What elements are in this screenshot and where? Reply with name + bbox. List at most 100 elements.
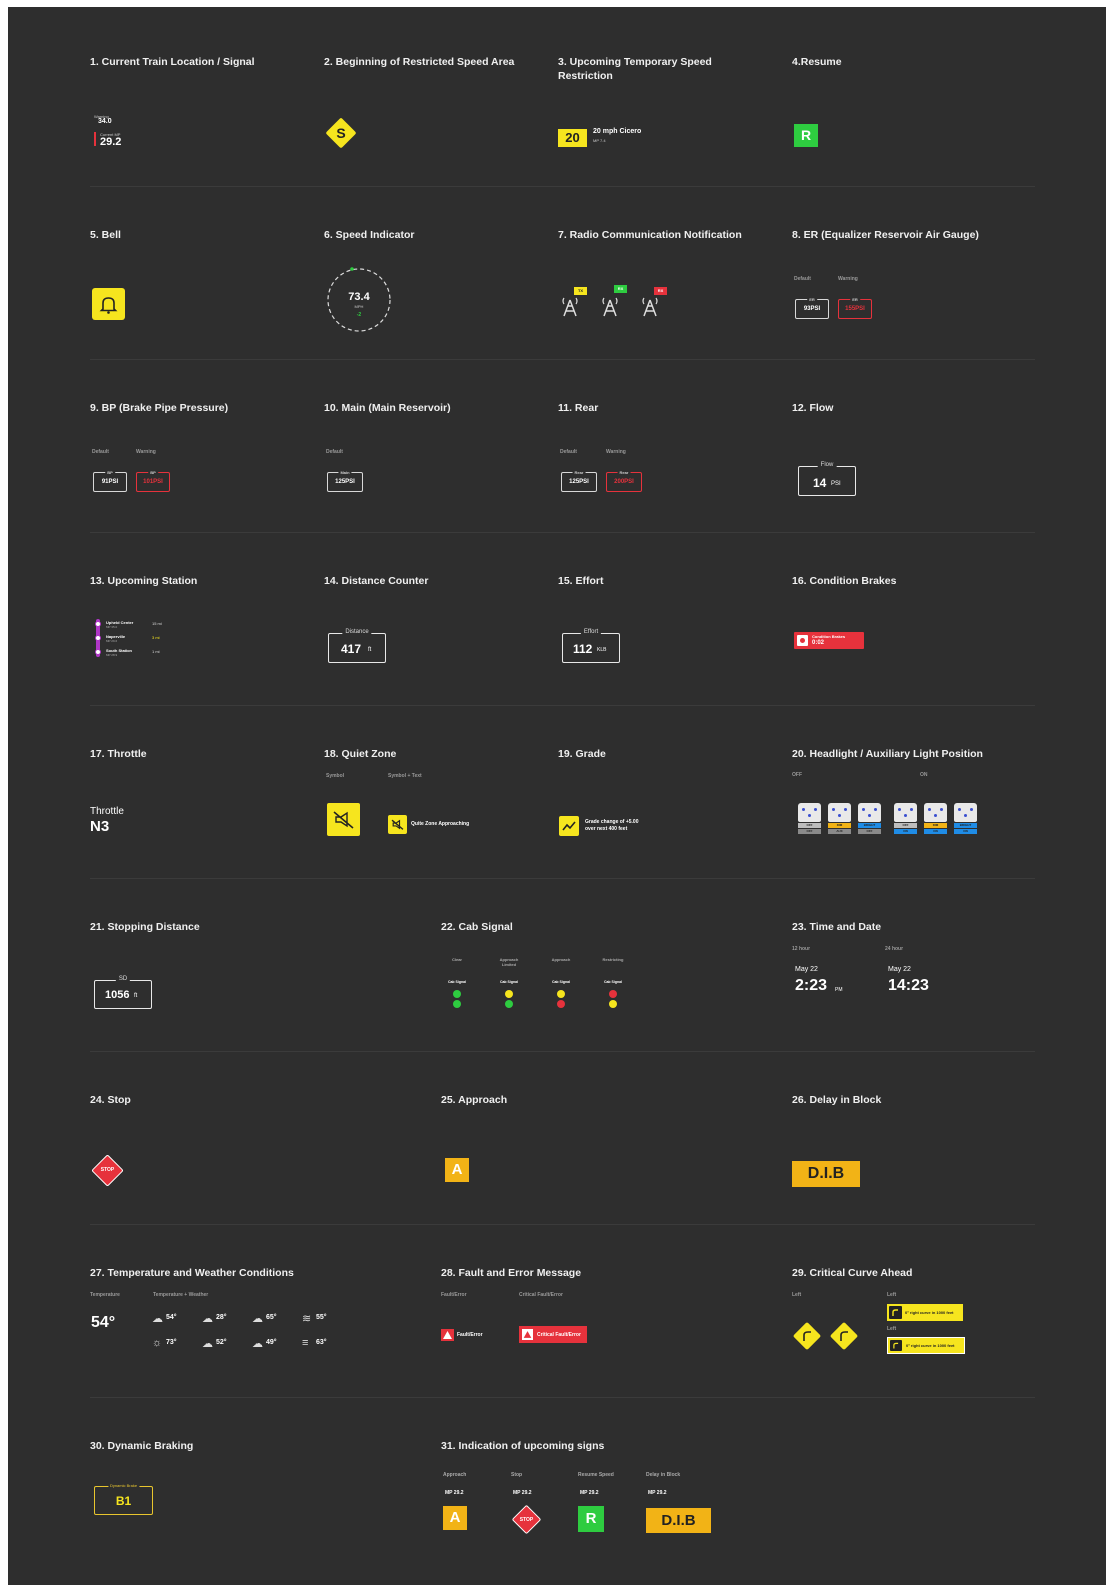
default-label: Default: [794, 276, 811, 282]
sd-label: SD: [115, 976, 131, 982]
item-distance-counter: 14. Distance Counter Distance 417 ft: [324, 533, 549, 706]
item-cab-signal: 22. Cab Signal Clear Cab Signal Approach L…: [441, 879, 781, 1052]
critical-fault-banner: Critical Fault/Error: [519, 1326, 587, 1343]
weather-temp: 49°: [266, 1339, 277, 1346]
radio-tower-icon: [642, 297, 658, 317]
critical-fault-icon: [522, 1329, 533, 1340]
grade-text-2: over next 400 feet: [585, 826, 628, 832]
gauge-label: Rear: [617, 470, 631, 475]
cab-signal-name: Approach: [551, 957, 571, 962]
wind-icon: ≋: [302, 1313, 312, 1325]
24h-label: 24 hour: [885, 946, 904, 952]
effort-box: Effort 112 KLB: [562, 629, 620, 663]
storm-icon: ☁: [202, 1338, 213, 1350]
curve-label: Left: [887, 1292, 897, 1298]
station-dot: [95, 621, 101, 627]
current-mp-value: 29.2: [100, 136, 122, 148]
upcoming-sign-label: Stop: [511, 1472, 523, 1478]
gauge-value: 125PSI: [569, 479, 589, 485]
upcoming-sign-label: Delay in Block: [646, 1472, 681, 1478]
station-distance: 3 mi: [152, 635, 160, 640]
item-stopping-distance: 21. Stopping Distance SD 1056 ft: [90, 879, 430, 1052]
radio-tag: TX: [574, 287, 587, 295]
item-title: 26. Delay in Block: [792, 1094, 882, 1106]
curve-alert-icon: [889, 1306, 902, 1319]
rear-warning-gauge: Rear 200PSI: [606, 470, 642, 492]
item-title: 24. Stop: [90, 1094, 131, 1106]
flow-box: Flow 14 PSI: [798, 462, 856, 496]
gauge-value: 93PSI: [803, 306, 821, 312]
temperature-value: 54°: [91, 1314, 116, 1331]
item-approach: 25. Approach A: [441, 1052, 781, 1225]
lamp-head: [798, 803, 821, 822]
gauge-label: ER: [807, 297, 817, 302]
dynamic-brake-box: Dynamic Brake B1: [94, 1483, 153, 1515]
item-title: 13. Upcoming Station: [90, 575, 198, 587]
cab-signal-label: Cab Signal: [499, 980, 519, 984]
quiet-zone-text: Quite Zone Approaching: [411, 821, 470, 827]
station-dot: [95, 649, 101, 655]
item-title: 5. Bell: [90, 229, 121, 241]
item-resume: 4.Resume R: [792, 14, 1035, 187]
headlight-lamp-icon: OFF ON: [894, 803, 919, 834]
grade-icon: [559, 816, 579, 836]
headlight-lamp-icon: DIM AUX: [828, 803, 853, 834]
critical-fault-text: Critical Fault/Error: [537, 1332, 581, 1338]
station-mp: MP 35.0: [106, 625, 118, 629]
item-title: 20. Headlight / Auxiliary Light Position: [792, 748, 983, 760]
cab-signal-top-light: [453, 990, 461, 998]
throttle-label: Throttle: [90, 806, 124, 817]
curve-alert-1: 0° right curve in 1000 feet: [887, 1304, 963, 1321]
gauge-label: Rear: [572, 470, 586, 475]
fog-icon: ≡: [302, 1337, 309, 1349]
item-title: 10. Main (Main Reservoir): [324, 402, 451, 414]
row-7: 24. Stop STOP 25. Approach A 26. Delay i…: [90, 1052, 1035, 1225]
item-bell: 5. Bell: [90, 187, 315, 360]
distance-unit: ft: [368, 647, 372, 653]
item-grade: 19. Grade Grade change of +5.00 over nex…: [558, 706, 783, 879]
weather-temp: 73°: [166, 1339, 177, 1346]
item-title: 30. Dynamic Braking: [90, 1440, 194, 1452]
speed-limit-badge: 20: [558, 129, 587, 147]
time-24h: 14:23: [888, 977, 929, 994]
snow-cloud-icon: ☁: [202, 1313, 213, 1325]
effort-unit: KLB: [597, 647, 607, 653]
condition-time: 0:02: [812, 640, 825, 646]
item-title: 29. Critical Curve Ahead: [792, 1267, 913, 1279]
item-title: 31. Indication of upcoming signs: [441, 1440, 605, 1452]
cab-signal-top-light: [609, 990, 617, 998]
symbol-label: Symbol: [326, 773, 345, 779]
lamp-head: [924, 803, 947, 822]
resume-sign: R: [794, 124, 818, 147]
grade-text-1: Grade change of +5.00: [585, 819, 639, 825]
item-current-location: 1. Current Train Location / Signal Warni…: [90, 14, 315, 187]
cab-signal-label: Cab Signal: [551, 980, 571, 984]
cab-signal-name: Restricting: [602, 957, 624, 962]
headlight-lamp-icon: OFF OFF: [798, 803, 823, 834]
bell-icon[interactable]: [92, 288, 125, 320]
row-1: 1. Current Train Location / Signal Warni…: [90, 14, 1035, 187]
stop-text: STOP: [100, 1167, 115, 1173]
er-warning-gauge: ER 155PSI: [838, 297, 872, 319]
quiet-zone-small-icon: [388, 815, 407, 834]
condition-text: Condition Brakes: [812, 634, 846, 639]
cab-signal-label: Cab Signal: [447, 980, 467, 984]
lamp-state: DIM: [924, 823, 947, 828]
station-mp: MP 28.9: [106, 653, 118, 657]
er-default-gauge: ER 93PSI: [795, 297, 829, 319]
item-fault-error: 28. Fault and Error Message Fault/Error …: [441, 1225, 781, 1398]
gauge-value: 125PSI: [335, 479, 355, 485]
radio-tower-icon: [562, 297, 578, 317]
lamp-aux: OFF: [858, 829, 881, 834]
row-5: 17. Throttle Throttle N3 18. Quiet Zone …: [90, 706, 1035, 879]
on-label: ON: [920, 772, 928, 778]
default-label: Default: [560, 449, 577, 455]
gauge-value: 200PSI: [614, 479, 634, 485]
time-ampm: PM: [835, 987, 843, 993]
temperature-weather-label: Temperature + Weather: [153, 1292, 209, 1298]
approach-sign: A: [443, 1506, 467, 1530]
lamp-state: DIM: [828, 823, 851, 828]
date-12h: May 22: [795, 966, 818, 973]
fault-label: Fault/Error: [441, 1292, 467, 1298]
cab-signal-top-light: [505, 990, 513, 998]
